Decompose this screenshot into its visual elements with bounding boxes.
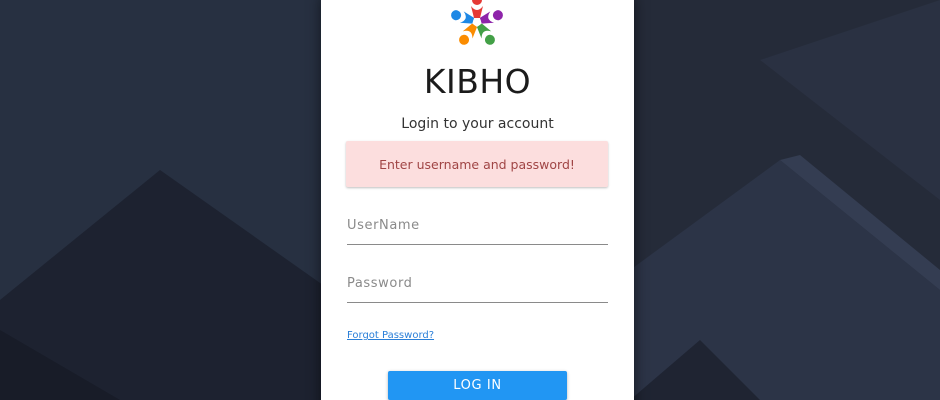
- colorful-star-people-icon: [451, 0, 503, 45]
- username-field: [347, 210, 608, 245]
- login-button[interactable]: LOG IN: [388, 371, 567, 400]
- username-input[interactable]: [347, 210, 608, 240]
- error-alert-message: Enter username and password!: [379, 156, 575, 172]
- brand-name: KIBHO: [423, 62, 532, 101]
- forgot-password-link[interactable]: Forgot Password?: [347, 330, 434, 341]
- login-subtitle: Login to your account: [401, 116, 554, 132]
- error-alert: Enter username and password!: [346, 141, 608, 187]
- password-field: [347, 268, 608, 303]
- password-input[interactable]: [347, 268, 608, 298]
